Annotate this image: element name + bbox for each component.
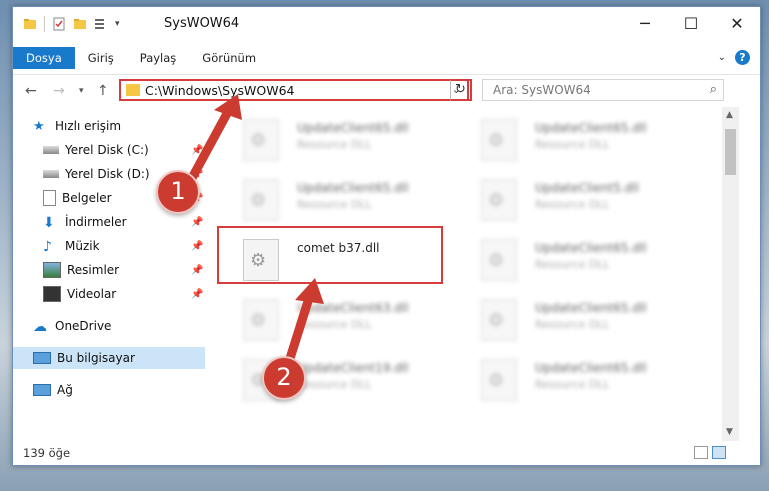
annotation-arrows (187, 94, 324, 373)
step-2-callout: 2 (262, 356, 306, 400)
arrow-1-shaft (187, 103, 235, 183)
arrow-2-head (295, 278, 324, 304)
step-1-callout: 1 (156, 170, 200, 214)
